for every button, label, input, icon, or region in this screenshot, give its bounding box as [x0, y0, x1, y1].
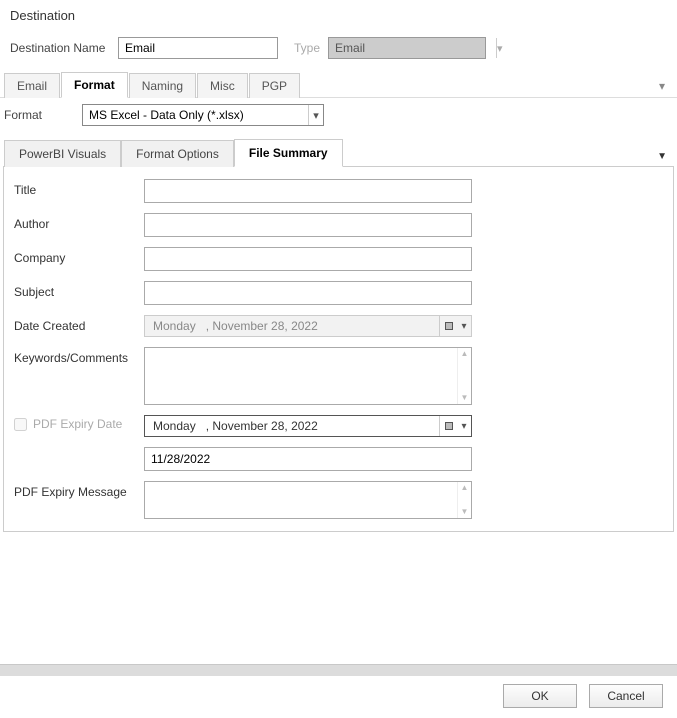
company-input[interactable]: [144, 247, 472, 271]
subtab-format-options[interactable]: Format Options: [121, 140, 234, 167]
tab-pgp[interactable]: PGP: [249, 73, 300, 98]
cancel-button[interactable]: Cancel: [589, 684, 663, 708]
tab-misc[interactable]: Misc: [197, 73, 248, 98]
format-select[interactable]: [83, 105, 308, 125]
keywords-textarea[interactable]: [145, 348, 457, 404]
chevron-down-icon[interactable]: ▾: [308, 105, 323, 125]
destination-name-input[interactable]: [118, 37, 278, 59]
destination-type-label: Type: [294, 41, 320, 55]
destination-name-label: Destination Name: [10, 41, 110, 55]
scrollbar[interactable]: ▲ ▼: [457, 348, 471, 404]
pdf-expiry-checkbox-label: PDF Expiry Date: [33, 417, 122, 431]
main-tabs: Email Format Naming Misc PGP ▾: [0, 71, 677, 98]
footer-separator: [0, 664, 677, 676]
tabs-overflow-icon[interactable]: ▾: [651, 75, 673, 97]
ok-button[interactable]: OK: [503, 684, 577, 708]
pdf-expiry-message-textarea[interactable]: [145, 482, 457, 518]
date-created-input: [145, 316, 439, 336]
chevron-down-icon: ▾: [457, 316, 471, 336]
scrollbar[interactable]: ▲ ▼: [457, 482, 471, 518]
pdf-expiry-checkbox: [14, 418, 27, 431]
pdf-expiry-short-date-input[interactable]: [144, 447, 472, 471]
scroll-up-icon[interactable]: ▲: [458, 484, 471, 492]
title-input[interactable]: [144, 179, 472, 203]
format-label: Format: [4, 108, 74, 122]
keywords-label: Keywords/Comments: [14, 347, 144, 365]
spacer: [14, 447, 144, 451]
subtabs-overflow-icon[interactable]: ▼: [651, 147, 673, 166]
company-label: Company: [14, 247, 144, 265]
subject-input[interactable]: [144, 281, 472, 305]
chevron-down-icon[interactable]: ▾: [457, 416, 471, 436]
title-label: Title: [14, 179, 144, 197]
sub-tabs: PowerBI Visuals Format Options File Summ…: [0, 138, 677, 166]
scroll-down-icon[interactable]: ▼: [458, 394, 471, 402]
tab-naming[interactable]: Naming: [129, 73, 196, 98]
subtab-file-summary[interactable]: File Summary: [234, 139, 343, 167]
pdf-expiry-message-label: PDF Expiry Message: [14, 481, 144, 499]
destination-type-select: [329, 38, 496, 58]
author-input[interactable]: [144, 213, 472, 237]
tab-email[interactable]: Email: [4, 73, 60, 98]
window-title: Destination: [0, 0, 677, 29]
date-created-label: Date Created: [14, 315, 144, 333]
subtab-powerbi-visuals[interactable]: PowerBI Visuals: [4, 140, 121, 167]
chevron-down-icon: ▾: [496, 38, 503, 58]
scroll-down-icon[interactable]: ▼: [458, 508, 471, 516]
file-summary-panel: Title Author Company Subject Date Create…: [3, 166, 674, 532]
author-label: Author: [14, 213, 144, 231]
calendar-icon[interactable]: [439, 416, 457, 436]
calendar-icon: [439, 316, 457, 336]
scroll-up-icon[interactable]: ▲: [458, 350, 471, 358]
tab-format[interactable]: Format: [61, 72, 128, 98]
pdf-expiry-date-input[interactable]: [145, 416, 439, 436]
subject-label: Subject: [14, 281, 144, 299]
